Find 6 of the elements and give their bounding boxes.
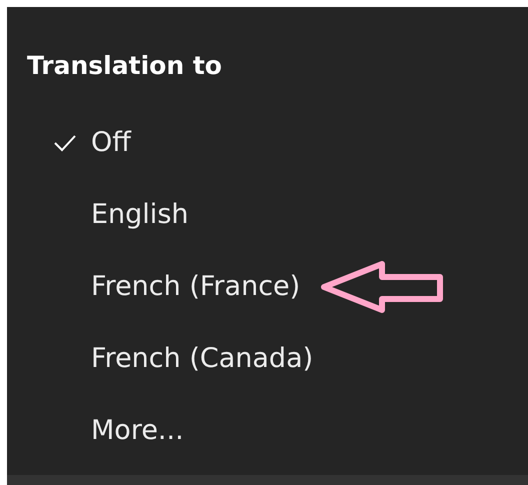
menu-item[interactable]: More...	[91, 410, 184, 452]
menu-item[interactable]: French (Canada)	[91, 338, 314, 380]
menu-item[interactable]: French (France)	[91, 266, 300, 308]
menu-item[interactable]: Off	[91, 122, 131, 164]
menu-title: Translation to	[27, 51, 222, 80]
menu-item[interactable]: English	[91, 194, 188, 236]
